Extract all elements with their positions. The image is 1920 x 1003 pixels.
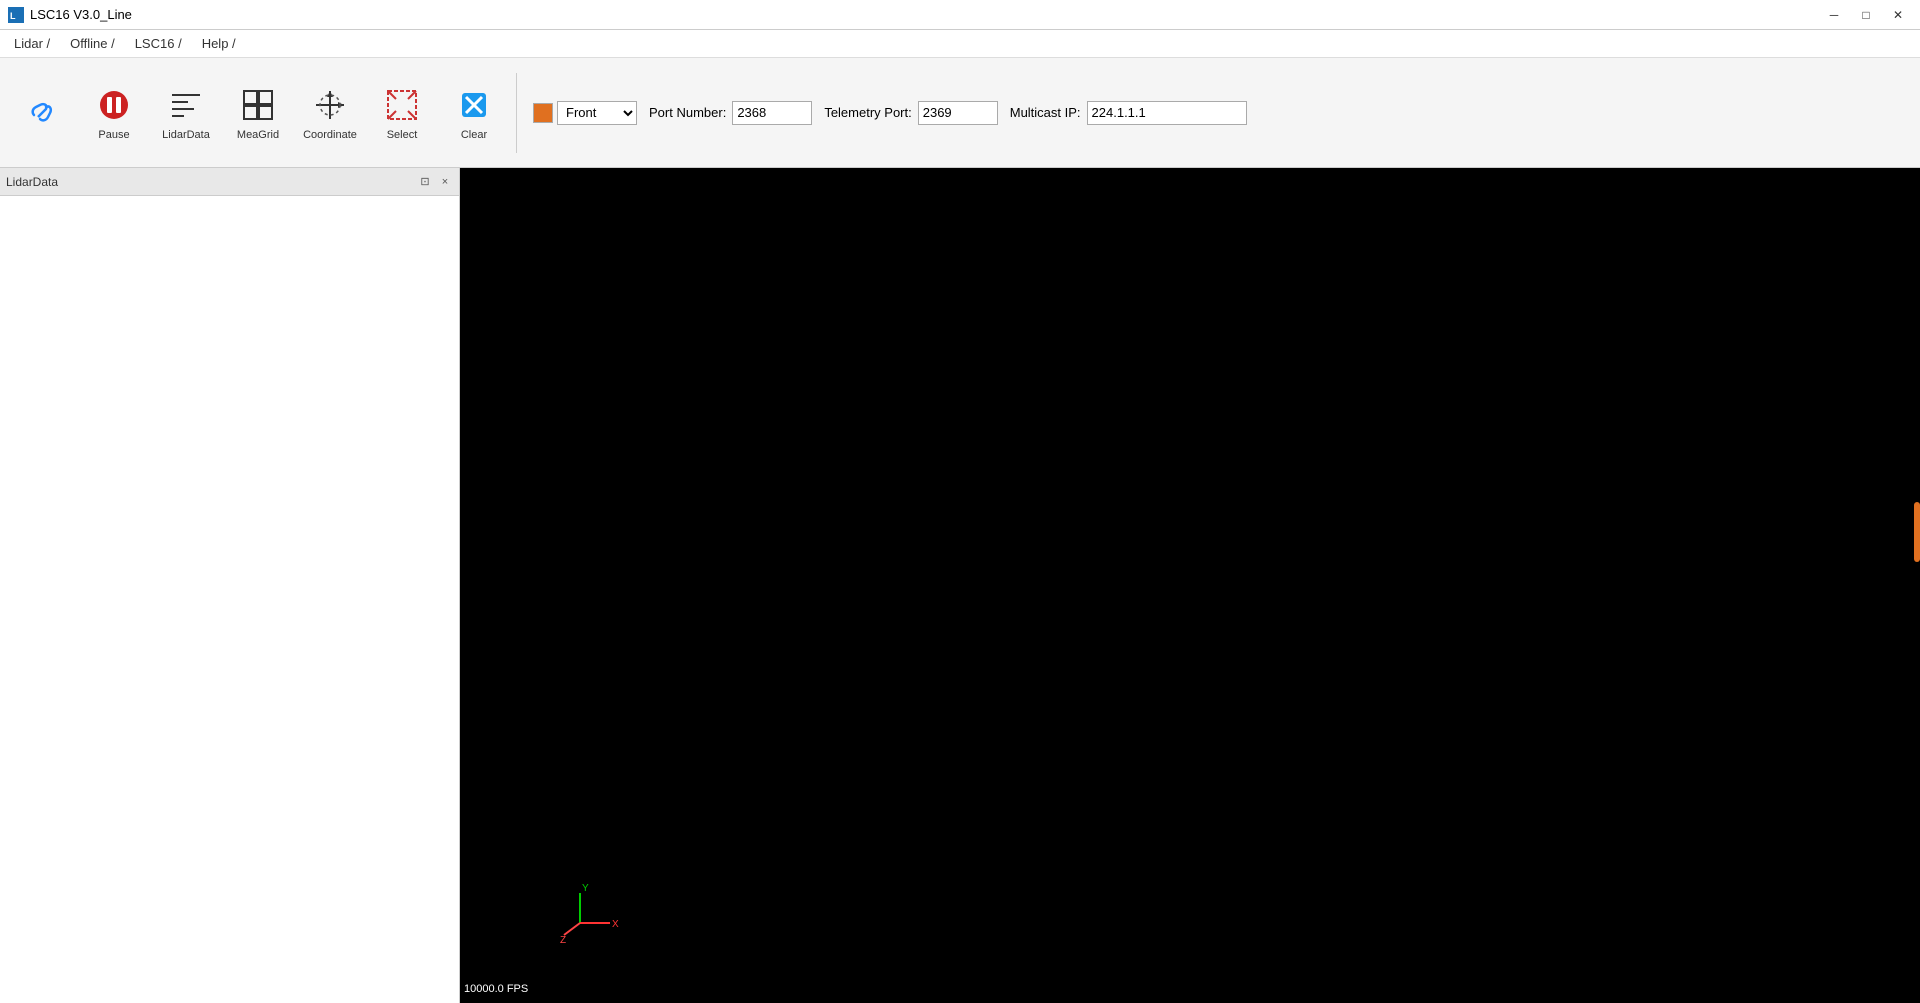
telemetry-port-label: Telemetry Port: bbox=[824, 105, 911, 120]
minimize-button[interactable]: ─ bbox=[1820, 5, 1848, 25]
pause-label: Pause bbox=[98, 129, 129, 141]
coordinate-button[interactable]: Coordinate bbox=[296, 68, 364, 158]
view-color-box bbox=[533, 103, 553, 123]
meagrid-icon bbox=[238, 85, 278, 125]
multicast-ip-group: Multicast IP: bbox=[1010, 101, 1247, 125]
clear-label: Clear bbox=[461, 129, 487, 141]
menu-item-lsc16[interactable]: LSC16 / bbox=[125, 32, 192, 55]
meagrid-label: MeaGrid bbox=[237, 129, 279, 141]
title-bar-title: LSC16 V3.0_Line bbox=[30, 7, 132, 22]
lidardata-button[interactable]: LidarData bbox=[152, 68, 220, 158]
link-icon bbox=[22, 93, 62, 133]
svg-text:Z: Z bbox=[560, 935, 566, 943]
fps-display: 10000.0 FPS bbox=[464, 983, 528, 995]
menu-item-lidar[interactable]: Lidar / bbox=[4, 32, 60, 55]
title-bar: L LSC16 V3.0_Line ─ □ ✕ bbox=[0, 0, 1920, 30]
svg-text:L: L bbox=[10, 11, 16, 21]
left-panel: LidarData ⊡ × bbox=[0, 168, 460, 1003]
title-bar-controls: ─ □ ✕ bbox=[1820, 5, 1912, 25]
toolbar: Pause LidarData MeaGrid bbox=[0, 58, 1920, 168]
menu-item-offline[interactable]: Offline / bbox=[60, 32, 125, 55]
lidardata-label: LidarData bbox=[162, 129, 210, 141]
select-icon bbox=[382, 85, 422, 125]
panel-close-button[interactable]: × bbox=[437, 174, 453, 190]
port-number-input[interactable] bbox=[732, 101, 812, 125]
clear-icon bbox=[454, 85, 494, 125]
multicast-ip-input[interactable] bbox=[1087, 101, 1247, 125]
close-button[interactable]: ✕ bbox=[1884, 5, 1912, 25]
lidardata-icon bbox=[166, 85, 206, 125]
lidardata-panel-title: LidarData bbox=[6, 175, 58, 189]
viewport-scrollbar[interactable] bbox=[1914, 502, 1920, 562]
telemetry-port-input[interactable] bbox=[918, 101, 998, 125]
port-number-group: Port Number: bbox=[649, 101, 812, 125]
view-dropdown-group: Front Back Left Right Top Bottom bbox=[533, 101, 637, 125]
pause-icon bbox=[94, 85, 134, 125]
coordinate-icon bbox=[310, 85, 350, 125]
menu-item-help[interactable]: Help / bbox=[192, 32, 246, 55]
view-select[interactable]: Front Back Left Right Top Bottom bbox=[557, 101, 637, 125]
port-number-label: Port Number: bbox=[649, 105, 726, 120]
select-label: Select bbox=[387, 129, 418, 141]
meagrid-button[interactable]: MeaGrid bbox=[224, 68, 292, 158]
title-bar-left: L LSC16 V3.0_Line bbox=[8, 7, 132, 23]
clear-button[interactable]: Clear bbox=[440, 68, 508, 158]
telemetry-port-group: Telemetry Port: bbox=[824, 101, 997, 125]
axes-overlay: Y X Z bbox=[560, 883, 620, 943]
view-controls: Front Back Left Right Top Bottom Port Nu… bbox=[533, 101, 1247, 125]
link-button[interactable] bbox=[8, 68, 76, 158]
main-content: LidarData ⊡ × Y X Z 10000.0 FPS bbox=[0, 168, 1920, 1003]
pause-button[interactable]: Pause bbox=[80, 68, 148, 158]
coordinate-label: Coordinate bbox=[303, 129, 357, 141]
panel-header-controls: ⊡ × bbox=[417, 174, 453, 190]
svg-text:X: X bbox=[612, 919, 619, 930]
3d-viewport[interactable]: Y X Z 10000.0 FPS bbox=[460, 168, 1920, 1003]
multicast-ip-label: Multicast IP: bbox=[1010, 105, 1081, 120]
menu-bar: Lidar / Offline / LSC16 / Help / bbox=[0, 30, 1920, 58]
panel-restore-button[interactable]: ⊡ bbox=[417, 174, 433, 190]
maximize-button[interactable]: □ bbox=[1852, 5, 1880, 25]
lidardata-panel-body bbox=[0, 196, 459, 1003]
left-panel-header: LidarData ⊡ × bbox=[0, 168, 459, 196]
select-button[interactable]: Select bbox=[368, 68, 436, 158]
svg-text:Y: Y bbox=[582, 883, 589, 894]
app-icon: L bbox=[8, 7, 24, 23]
toolbar-separator bbox=[516, 73, 517, 153]
